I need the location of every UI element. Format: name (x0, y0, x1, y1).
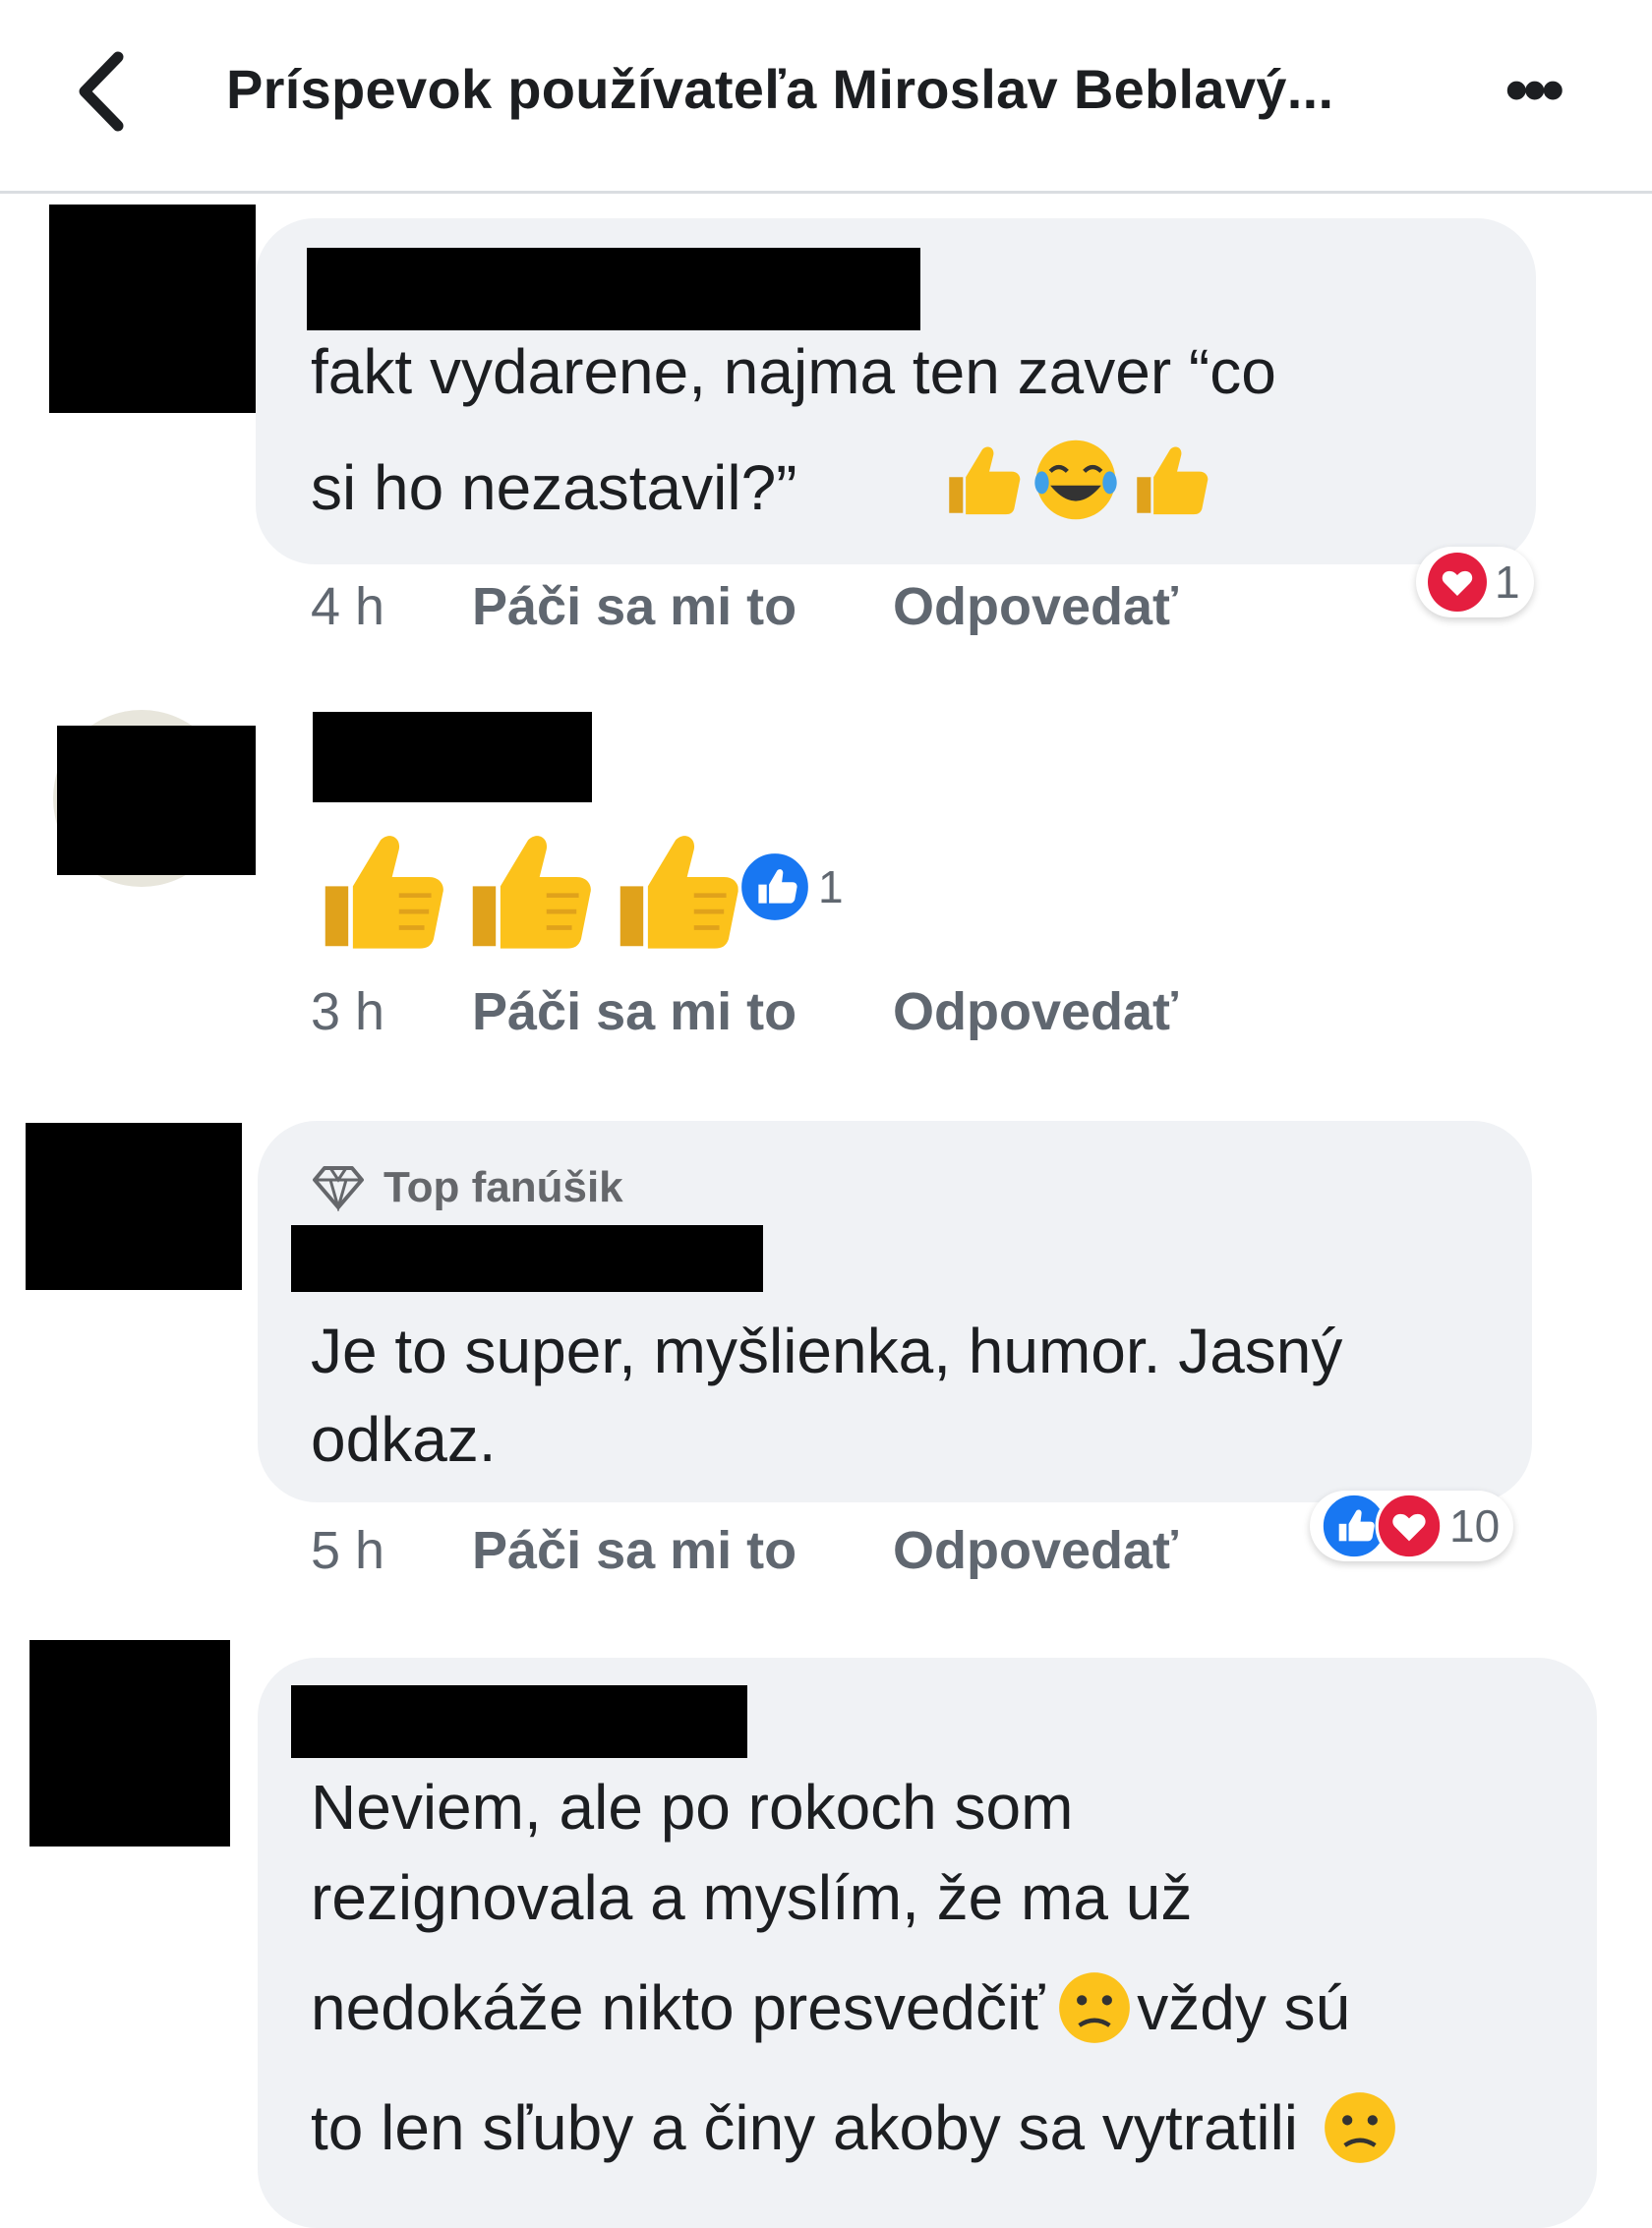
like-comment-button[interactable]: Páči sa mi to (472, 1520, 796, 1581)
comment-text: Neviem, ale po rokoch som (311, 1772, 1074, 1843)
comment-timestamp[interactable]: 4 h (311, 576, 384, 637)
reaction-count: 10 (1449, 1500, 1501, 1552)
comment-text: si ho nezastavil?” (311, 452, 797, 523)
reply-button[interactable]: Odpovedať (893, 1520, 1178, 1581)
reaction-summary[interactable]: 1 (728, 850, 857, 924)
comment-text: vždy sú (1137, 1972, 1351, 2043)
comment-text: rezignovala a myslím, že ma už (311, 1862, 1193, 1933)
confused-face-icon (1325, 2092, 1395, 2163)
heart-icon (1428, 553, 1487, 612)
heart-icon (1375, 1492, 1444, 1560)
thumbs-up-icon (324, 836, 443, 949)
avatar[interactable] (57, 726, 256, 875)
page-title: Príspevok používateľa Miroslav Beblavý..… (226, 58, 1334, 120)
like-comment-button[interactable]: Páči sa mi to (472, 576, 796, 637)
author-name[interactable] (291, 1685, 747, 1758)
thumbs-up-icon (949, 446, 1021, 515)
chevron-left-icon (79, 51, 124, 132)
comment-text: fakt vydarene, najma ten zaver “co (311, 336, 1276, 407)
avatar[interactable] (30, 1640, 230, 1847)
thumbs-up-icon (472, 836, 591, 949)
comment-text: to len sľuby a činy akoby sa vytratili (311, 2092, 1298, 2163)
author-name[interactable] (291, 1225, 763, 1292)
author-name[interactable] (313, 712, 592, 802)
top-fan-badge[interactable]: Top fanúšik (311, 1160, 623, 1215)
badge-label: Top fanúšik (384, 1163, 623, 1211)
back-button[interactable] (67, 47, 146, 136)
author-name[interactable] (307, 248, 920, 330)
reply-button[interactable]: Odpovedať (893, 981, 1178, 1042)
ellipsis-icon: ••• (1504, 51, 1564, 128)
joy-face-icon (1034, 440, 1118, 520)
reaction-count: 1 (818, 861, 844, 912)
reaction-summary[interactable]: 10 (1310, 1491, 1514, 1561)
more-options-button[interactable]: ••• (1504, 55, 1593, 124)
comment-text: nedokáže nikto presvedčiť (311, 1972, 1045, 2043)
emoji-group (938, 435, 1214, 525)
comment-timestamp[interactable]: 3 h (311, 981, 384, 1042)
confused-face-icon (1059, 1972, 1131, 2043)
thumbs-up-icon (1137, 446, 1209, 515)
like-comment-button[interactable]: Páči sa mi to (472, 981, 796, 1042)
comment-text-line: nedokáže nikto presvedčiť vždy sú (311, 1963, 1350, 2053)
like-icon (738, 850, 812, 924)
emoji-comment (307, 812, 749, 969)
comment-text: Je to super, myšlienka, humor. Jasný (311, 1316, 1343, 1386)
reaction-summary[interactable]: 1 (1416, 547, 1534, 617)
reaction-count: 1 (1495, 557, 1520, 608)
diamond-icon (313, 1166, 364, 1211)
comment-text-line: to len sľuby a činy akoby sa vytratili (311, 2082, 1400, 2173)
comment-text: odkaz. (311, 1404, 497, 1475)
avatar[interactable] (49, 205, 256, 413)
comment-timestamp[interactable]: 5 h (311, 1520, 384, 1581)
reply-button[interactable]: Odpovedať (893, 576, 1178, 637)
avatar[interactable] (26, 1123, 242, 1290)
